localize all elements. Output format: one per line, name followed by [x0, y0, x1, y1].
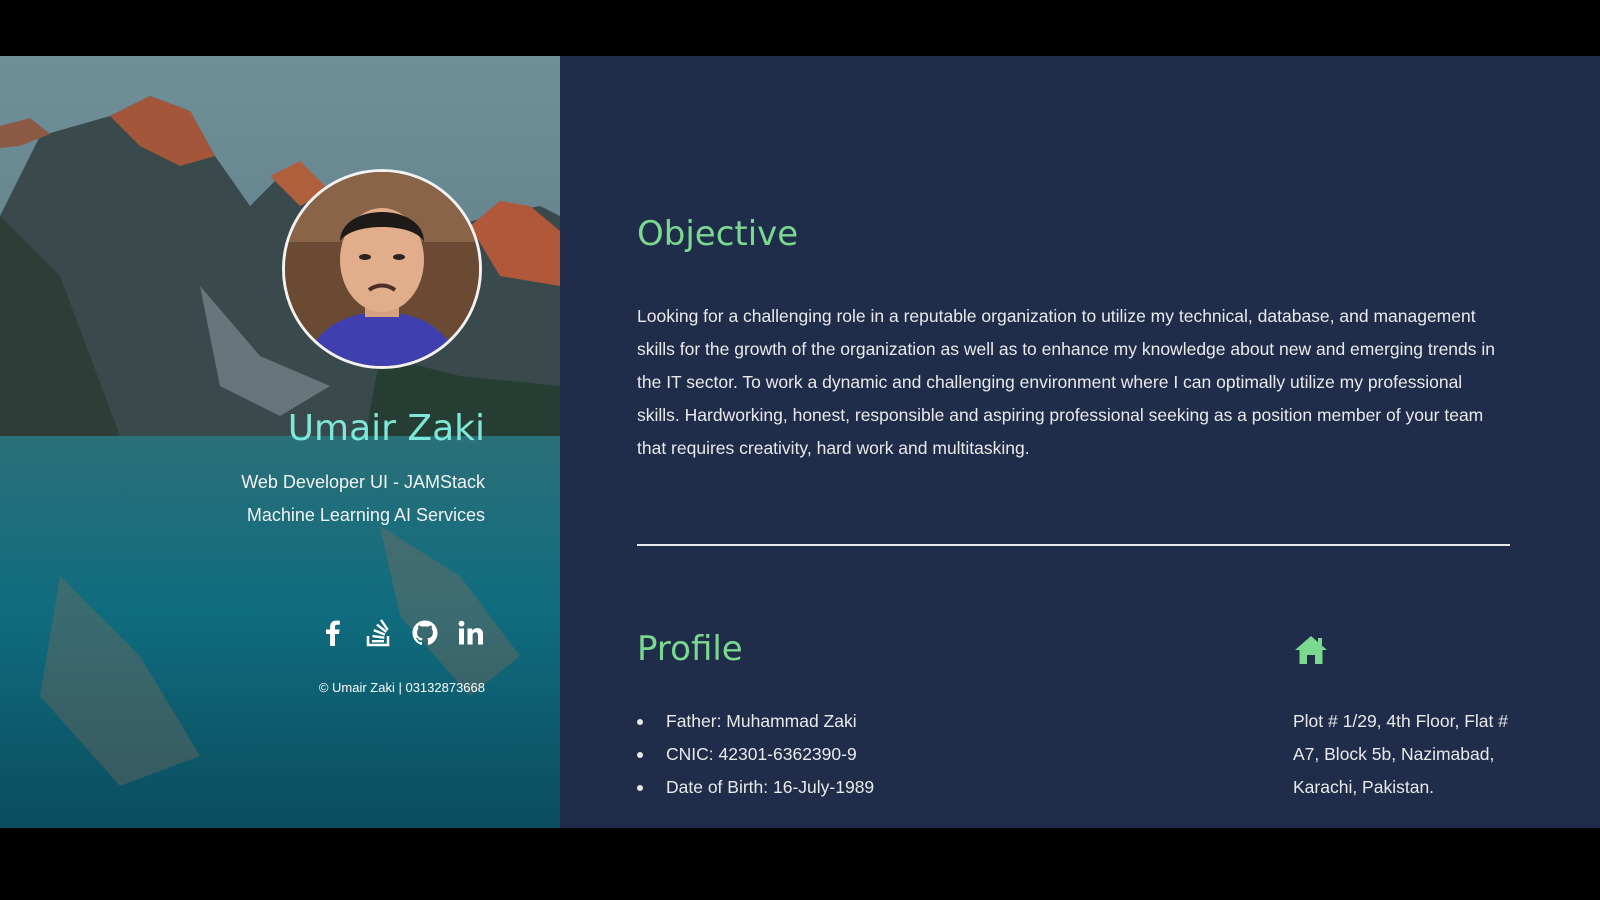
resume-frame: Umair Zaki Web Developer UI - JAMStack M…	[0, 56, 1600, 828]
social-links	[319, 619, 485, 647]
sidebar: Umair Zaki Web Developer UI - JAMStack M…	[0, 56, 560, 828]
linkedin-link[interactable]	[457, 619, 485, 647]
profile-item-father: Father: Muhammad Zaki	[637, 705, 874, 738]
role-line-machine-learning: Machine Learning AI Services	[246, 505, 485, 525]
objective-text: Looking for a challenging role in a repu…	[637, 306, 1495, 458]
person-name: Umair Zaki	[287, 408, 485, 449]
objective-heading: Objective	[637, 214, 799, 254]
copyright-text: © Umair Zaki | 03132873668	[318, 680, 485, 695]
address-text: Plot # 1/29, 4th Floor, Flat # A7, Block…	[1293, 711, 1508, 797]
role-line-web-developer: Web Developer UI - JAMStack	[241, 472, 485, 492]
profile-list: Father: Muhammad Zaki CNIC: 42301-636239…	[637, 705, 874, 804]
main-panel: Objective Looking for a challenging role…	[560, 56, 1600, 828]
linkedin-icon	[458, 620, 483, 645]
sidebar-content: Umair Zaki Web Developer UI - JAMStack M…	[0, 56, 485, 828]
profile-item-cnic: CNIC: 42301-6362390-9	[637, 738, 874, 771]
home-icon	[1295, 636, 1327, 664]
person-portrait	[285, 172, 479, 366]
profile-item-dob: Date of Birth: 16-July-1989	[637, 771, 874, 804]
github-link[interactable]	[411, 619, 439, 647]
stackoverflow-link[interactable]	[365, 619, 393, 647]
github-icon	[412, 620, 438, 645]
section-divider	[637, 544, 1510, 546]
profile-heading: Profile	[637, 629, 743, 669]
facebook-icon	[326, 620, 340, 646]
profile-photo	[282, 169, 482, 369]
facebook-link[interactable]	[319, 619, 347, 647]
stackoverflow-icon	[366, 619, 390, 647]
